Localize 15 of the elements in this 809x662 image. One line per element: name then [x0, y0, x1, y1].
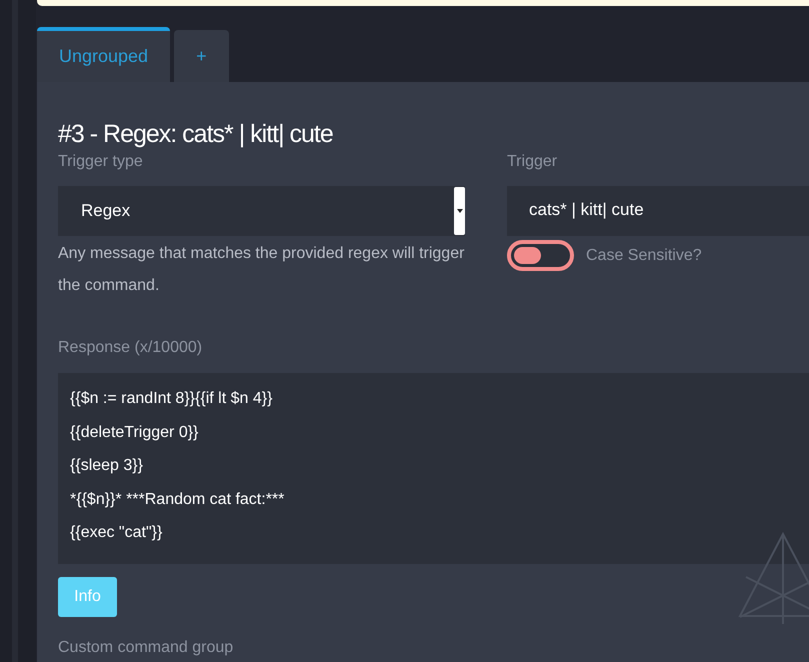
- field-label: Trigger type: [58, 153, 143, 171]
- case-sensitive-toggle[interactable]: [507, 240, 574, 271]
- response-field[interactable]: {{$n := randInt 8}}{{if lt $n 4}} {{deleteTrigger 0}} {{sleep 3}} *{{$n}}* ***Random cat fact:*** {{exec "cat"}}: [58, 373, 809, 564]
- field-label: Response (x/10000): [58, 339, 204, 357]
- caret-icon: [456, 209, 462, 213]
- tab[interactable]: Ungrouped: [37, 27, 170, 82]
- field-label: Custom command group: [58, 639, 234, 657]
- help-text: Any message that matches the provided regex will trigger the command.: [58, 244, 465, 296]
- trigger-type-select[interactable]: Regex: [58, 186, 465, 236]
- command-title: #3 - Regex: cats* | kitt| cute: [58, 120, 334, 149]
- tab[interactable]: +: [174, 30, 229, 82]
- triangle-logo-icon: [738, 532, 809, 624]
- toggle-label: Case Sensitive?: [586, 246, 702, 264]
- trigger-field[interactable]: cats* | kitt| cute: [507, 186, 809, 236]
- field-label: Trigger: [507, 153, 558, 171]
